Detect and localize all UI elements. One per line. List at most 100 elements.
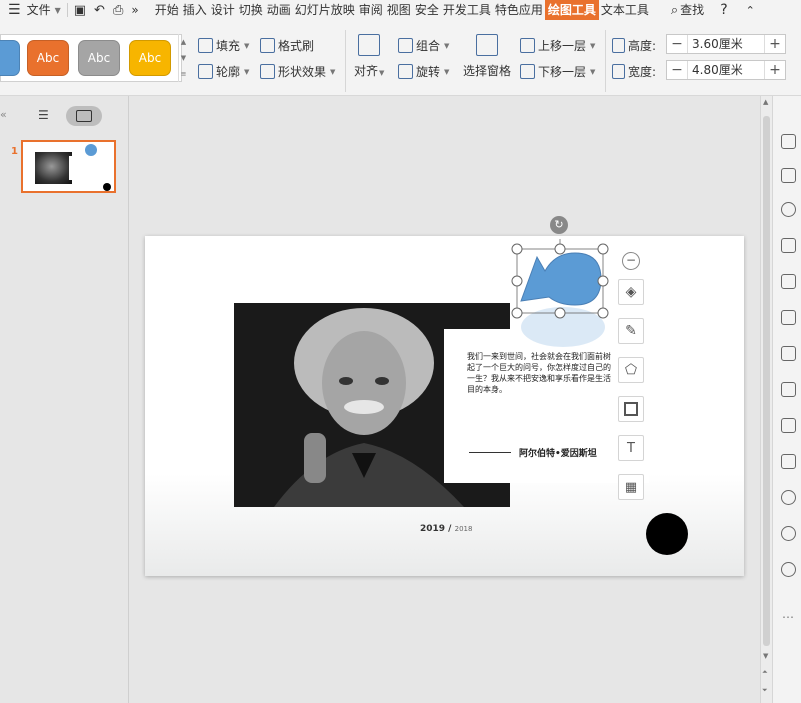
resize-handle[interactable] [597,307,609,319]
height-decrease-button[interactable]: − [667,35,687,53]
rotate-handle-icon[interactable]: ↻ [550,216,568,234]
rotate-button[interactable]: 旋转 ▼ [398,63,449,80]
more-icon[interactable]: » [131,3,138,17]
scroll-thumb[interactable] [763,116,770,646]
collapse-ribbon-icon[interactable]: ⌃ [746,4,755,17]
collapse-toolbar-icon[interactable]: − [622,252,640,270]
outline-view-icon[interactable]: ☰ [38,108,49,122]
selected-shape-wrapper[interactable] [505,239,615,359]
shield-icon[interactable] [781,490,796,505]
format-painter-button[interactable]: 格式刷 [260,37,314,54]
tab-11[interactable]: 绘图工具 [544,0,599,20]
shape-effect-button[interactable]: 形状效果 ▼ [260,63,335,80]
tab-3[interactable]: 切换 [237,0,265,20]
help-circle-icon[interactable] [781,562,796,577]
help-icon[interactable]: ? [720,2,727,18]
height-stepper[interactable]: − 3.60厘米 + [666,34,786,54]
slide-canvas[interactable]: 我们一来到世间，社会就会在我们面前树起了一个巨大的问号，你怎样度过自己的一生？我… [145,236,744,576]
resize-handle[interactable] [511,275,523,287]
undo-icon[interactable]: ↶ [94,3,105,18]
resize-handle[interactable] [511,307,523,319]
tab-4[interactable]: 动画 [265,0,293,20]
grid-icon: ▦ [624,479,638,495]
fill-button[interactable]: 填充 ▼ [198,37,249,54]
next-page-icon[interactable]: ⏷ [762,686,768,695]
paint-bucket-icon: ⬠ [624,362,638,378]
gallery-scroll[interactable]: ▲ ▼ ≡ [178,34,188,82]
style-preset-1[interactable]: Abc [78,40,120,76]
archive-icon[interactable] [781,382,796,397]
width-increase-button[interactable]: + [765,61,785,79]
picture-library-icon[interactable] [781,310,796,325]
text-icon: T [627,440,635,456]
tab-8[interactable]: 安全 [413,0,441,20]
tab-12[interactable]: 文本工具 [599,0,651,20]
tab-7[interactable]: 视图 [385,0,413,20]
selection-pane-icon [476,34,498,56]
style-preset-2[interactable]: Abc [129,40,171,76]
share-icon[interactable] [781,346,796,361]
shape-property-icon[interactable] [781,134,796,149]
bring-forward-button[interactable]: 上移一层 ▼ [520,37,595,54]
chevron-down-icon[interactable]: ▼ [55,6,61,15]
outline-tool-button[interactable] [618,396,644,422]
height-input[interactable]: 3.60厘米 [687,35,765,53]
resize-handle[interactable] [554,307,566,319]
scroll-up-icon[interactable]: ▲ [763,98,768,106]
tab-1[interactable]: 插入 [181,0,209,20]
arrange-tool-button[interactable]: ▦ [618,474,644,500]
search-button[interactable]: 查找 [678,0,706,20]
outline-square-icon [624,402,638,416]
speaker-icon[interactable] [781,454,796,469]
image-icon[interactable] [781,418,796,433]
copy-format-icon[interactable] [781,168,796,183]
height-increase-button[interactable]: + [765,35,785,53]
width-stepper[interactable]: − 4.80厘米 + [666,60,786,80]
tab-9[interactable]: 开发工具 [441,0,493,20]
tab-2[interactable]: 设计 [209,0,237,20]
author-name: 阿尔伯特•爱因斯坦 [519,449,597,459]
outline-button[interactable]: 轮廓 ▼ [198,63,249,80]
style-preset-0[interactable]: Abc [27,40,69,76]
resize-handle[interactable] [511,243,523,255]
collapse-panel-icon[interactable]: « [0,108,7,121]
tab-6[interactable]: 审阅 [357,0,385,20]
prev-page-icon[interactable]: ⏶ [762,668,768,677]
thumbnail-textbox [69,156,97,180]
tab-5[interactable]: 幻灯片放映 [293,0,357,20]
text-effect-icon[interactable] [781,238,796,253]
print-icon[interactable]: ⎙ [113,3,123,18]
settings-sliders-icon[interactable] [781,274,796,289]
send-backward-button[interactable]: 下移一层 ▼ [520,63,595,80]
bring-forward-icon [520,38,535,53]
more-options-icon[interactable]: ⋯ [782,610,794,624]
width-input[interactable]: 4.80厘米 [687,61,765,79]
resize-handle[interactable] [554,243,566,255]
save-icon[interactable]: ▣ [74,3,86,18]
group-button[interactable]: 组合 ▼ [398,37,449,54]
slide-thumbnail-panel: « ☰ 1 [0,96,129,703]
resize-handle[interactable] [597,275,609,287]
file-menu[interactable]: 文件 [25,0,53,20]
resize-handle[interactable] [597,243,609,255]
scroll-down-icon[interactable]: ▼ [763,652,768,660]
search-icon[interactable]: ⌕ [671,3,678,18]
thumbnail-photo [35,152,72,184]
width-decrease-button[interactable]: − [667,61,687,79]
hamburger-icon[interactable]: ☰ [8,2,21,18]
tab-10[interactable]: 特色应用 [493,0,545,20]
vertical-scrollbar[interactable]: ▲ ▼ ⏶ ⏷ [760,96,772,703]
align-button[interactable]: 对齐▼ [354,34,384,79]
black-circle-shape[interactable] [646,513,688,555]
fill-tool-button[interactable]: ⬠ [618,357,644,383]
style-preset-blue[interactable] [0,40,20,76]
slide-thumbnail-1[interactable] [21,140,116,193]
send-backward-icon [520,64,535,79]
text-tool-button[interactable]: T [618,435,644,461]
selection-pane-button[interactable]: 选择窗格 [463,34,511,79]
shapes-icon[interactable] [781,202,796,217]
tab-0[interactable]: 开始 [153,0,181,20]
layer-tool-button[interactable]: ◈ [618,279,644,305]
history-icon[interactable] [781,526,796,541]
style-tool-button[interactable]: ✎ [618,318,644,344]
